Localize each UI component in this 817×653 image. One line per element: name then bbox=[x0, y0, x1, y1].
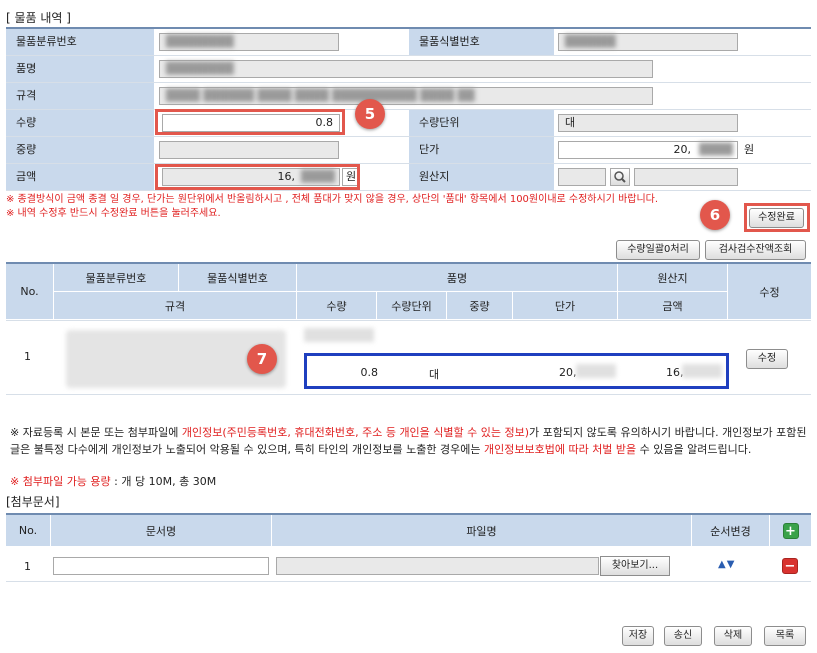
badge-6: 6 bbox=[700, 200, 730, 230]
grid-header-classification-no: 물품분류번호 bbox=[54, 264, 179, 292]
badge-5: 5 bbox=[355, 99, 385, 129]
grid-row-divider bbox=[6, 320, 811, 321]
origin-name-field bbox=[634, 168, 738, 186]
grid-header-quantity: 수량 bbox=[297, 292, 377, 320]
grid-header-amount: 금액 bbox=[618, 292, 728, 320]
grid-header-quantity-unit: 수량단위 bbox=[377, 292, 447, 320]
classification-no-label: 물품분류번호 bbox=[6, 29, 154, 55]
identification-no-label: 물품식별번호 bbox=[409, 29, 554, 55]
badge-7: 7 bbox=[247, 344, 277, 374]
identification-no-field: ██████ bbox=[558, 33, 738, 51]
grid-header-no: No. bbox=[6, 264, 54, 320]
plus-icon: + bbox=[785, 523, 796, 539]
attachment-limit-value: : 개 당 10M, 총 30M bbox=[110, 475, 217, 488]
privacy-text-2-red: 개인정보보호법에 따라 처벌 받을 bbox=[484, 443, 637, 456]
row-no: 1 bbox=[24, 350, 31, 363]
document-name-input[interactable] bbox=[53, 557, 269, 575]
save-button[interactable]: 저장 bbox=[622, 626, 654, 646]
quantity-label: 수량 bbox=[6, 110, 154, 136]
grid-header-spec: 규격 bbox=[54, 292, 297, 320]
grid-bottom-line bbox=[6, 394, 811, 395]
attachments-title: [첨부문서] bbox=[6, 495, 60, 509]
row-item-name-blurred bbox=[304, 328, 374, 342]
unit-price-input[interactable]: 20, ████ bbox=[558, 141, 738, 159]
unit-price-suffix: 원 bbox=[744, 143, 755, 156]
grid-header-weight: 중량 bbox=[447, 292, 513, 320]
weight-field bbox=[159, 141, 339, 159]
attachments-table: No. 문서명 파일명 순서변경 + 1 찾아보기... ▲▼ − bbox=[6, 513, 811, 581]
privacy-text-1: ※ 자료등록 시 본문 또는 첨부파일에 bbox=[10, 426, 182, 439]
file-name-field bbox=[276, 557, 599, 575]
browse-button[interactable]: 찾아보기... bbox=[600, 556, 670, 576]
attach-row-no: 1 bbox=[24, 560, 31, 573]
grid-header-unit-price: 단가 bbox=[513, 292, 618, 320]
attach-header-order: 순서변경 bbox=[692, 515, 770, 547]
order-arrows-icon[interactable]: ▲▼ bbox=[718, 559, 735, 570]
classification-no-field: ████████ bbox=[159, 33, 339, 51]
attachment-limit-label: ※ 첨부파일 가능 용량 bbox=[10, 475, 111, 488]
delete-button[interactable]: 삭제 bbox=[714, 626, 752, 646]
privacy-text-3: 수 있음을 알려드립니다. bbox=[636, 443, 752, 456]
inspection-balance-button[interactable]: 검사검수잔액조회 bbox=[705, 240, 806, 260]
amount-label: 금액 bbox=[6, 164, 154, 190]
edit-notice: ※ 내역 수정후 반드시 수정완료 버튼을 눌러주세요. bbox=[6, 208, 221, 219]
spec-field: ████ ██████ ████ ████ ██████████ ████ ██ bbox=[159, 87, 653, 105]
weight-label: 중량 bbox=[6, 137, 154, 163]
grid-header-origin: 원산지 bbox=[618, 264, 728, 292]
add-row-button[interactable]: + bbox=[782, 522, 799, 539]
remove-row-button[interactable]: − bbox=[782, 558, 798, 574]
unit-price-label: 단가 bbox=[409, 137, 554, 163]
attach-bottom-line bbox=[6, 581, 811, 582]
grid-header-item-name: 품명 bbox=[297, 264, 618, 292]
privacy-text-1-red: 개인정보(주민등록번호, 휴대전화번호, 주소 등 개인을 식별할 수 있는 정… bbox=[181, 426, 530, 439]
minus-icon: − bbox=[784, 559, 796, 574]
quantity-zero-button[interactable]: 수량일괄0처리 bbox=[616, 240, 700, 260]
unit-price-value: 20, bbox=[673, 143, 692, 156]
item-name-field: ████████ bbox=[159, 60, 653, 78]
origin-search-button[interactable] bbox=[610, 168, 630, 186]
attach-header-doc-name: 문서명 bbox=[51, 515, 272, 547]
attach-header-add: + bbox=[770, 515, 811, 547]
item-name-label: 품명 bbox=[6, 56, 154, 82]
privacy-notice: ※ 자료등록 시 본문 또는 첨부파일에 개인정보(주민등록번호, 휴대전화번호… bbox=[10, 424, 812, 458]
magnifier-icon bbox=[614, 171, 626, 183]
quantity-unit-field: 대 bbox=[558, 114, 738, 132]
attachment-limit: ※ 첨부파일 가능 용량 : 개 당 10M, 총 30M bbox=[10, 473, 216, 489]
item-detail-form: 물품분류번호 ████████ 물품식별번호 ██████ 품명 ███████… bbox=[6, 27, 811, 191]
row-values-highlight bbox=[304, 353, 729, 389]
rounding-notice: ※ 종결방식이 금액 종결 일 경우, 단가는 원단위에서 반올림하시고 , 전… bbox=[6, 194, 659, 205]
edit-complete-highlight bbox=[744, 203, 810, 232]
quantity-unit-label: 수량단위 bbox=[409, 110, 554, 136]
spec-label: 규격 bbox=[6, 83, 154, 109]
section-title-items: [ 물품 내역 ] bbox=[6, 11, 71, 25]
attach-header-file-name: 파일명 bbox=[272, 515, 692, 547]
origin-code-field bbox=[558, 168, 606, 186]
row-edit-button[interactable]: 수정 bbox=[746, 349, 788, 369]
grid-header-identification-no: 물품식별번호 bbox=[179, 264, 297, 292]
origin-label: 원산지 bbox=[409, 164, 554, 190]
amount-highlight bbox=[155, 164, 360, 190]
quantity-highlight bbox=[155, 109, 345, 135]
list-button[interactable]: 목록 bbox=[764, 626, 806, 646]
send-button[interactable]: 송신 bbox=[664, 626, 702, 646]
attach-header-no: No. bbox=[6, 515, 51, 547]
grid-header-edit: 수정 bbox=[728, 264, 811, 320]
